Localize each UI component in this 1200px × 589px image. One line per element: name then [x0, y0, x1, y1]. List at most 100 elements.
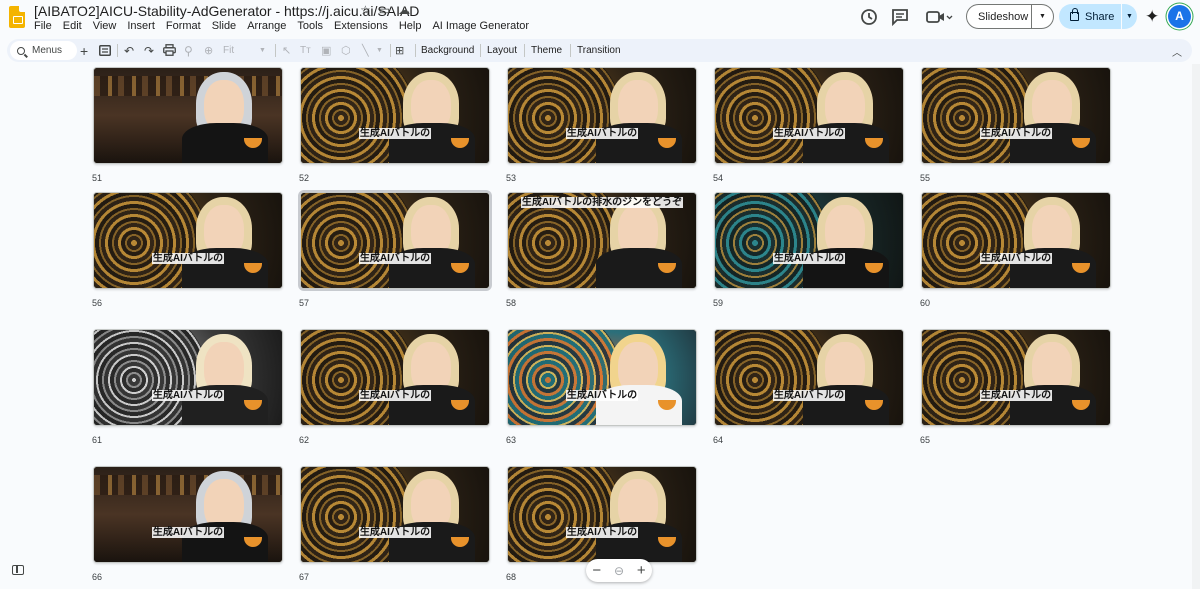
add-comment-icon[interactable]: ⊞	[395, 39, 404, 62]
slide-number: 67	[299, 572, 310, 582]
slide-caption-text: 生成AIバトルの	[979, 390, 1053, 401]
line-icon[interactable]: ╲	[362, 39, 369, 62]
slide-thumbnail[interactable]: 生成AIバトルの	[300, 67, 490, 164]
slide-thumbnail[interactable]: 生成AIバトルの	[714, 329, 904, 426]
version-history-icon[interactable]	[859, 7, 879, 27]
menu-ai-image-generator[interactable]: AI Image Generator	[432, 20, 535, 32]
menu-slide[interactable]: Slide	[212, 20, 242, 32]
slide-number: 60	[920, 298, 931, 308]
select-cursor-icon[interactable]: ↖	[282, 39, 291, 62]
slide-thumbnail[interactable]: 生成AIバトルの排水のジンをどうぞ	[507, 192, 697, 289]
bar-shelf-decoration	[94, 76, 282, 96]
cloud-status-icon[interactable]: ☁	[398, 3, 410, 17]
slide-thumbnail[interactable]: 生成AIバトルの	[300, 329, 490, 426]
slide-number: 55	[920, 173, 931, 183]
slide-layout-icon[interactable]	[99, 45, 111, 56]
zoom-out-button[interactable]: −	[592, 562, 601, 579]
meet-call-icon[interactable]	[925, 7, 953, 27]
slide-thumbnail[interactable]: 生成AIバトルの	[93, 192, 283, 289]
slide-caption: 生成AIバトルの	[508, 386, 696, 401]
slide-thumbnail[interactable]: 生成AIバトルの	[714, 192, 904, 289]
slide-caption-text: 生成AIバトルの	[151, 390, 225, 401]
slide-caption: 生成AIバトルの	[922, 249, 1110, 264]
search-menus[interactable]: Menus	[10, 41, 77, 60]
zoom-icon[interactable]: ⊕	[204, 39, 213, 62]
new-slide-icon[interactable]: +	[80, 39, 88, 62]
filmstrip-toggle-icon[interactable]	[12, 565, 24, 575]
gemini-sparkle-icon[interactable]: ✦	[1145, 7, 1159, 27]
slide-caption: 生成AIバトルの	[94, 386, 282, 401]
slide-caption: 生成AIバトルの	[922, 386, 1110, 401]
menu-view[interactable]: View	[93, 20, 123, 32]
slide-thumbnail[interactable]	[93, 67, 283, 164]
zoom-in-button[interactable]: +	[637, 562, 646, 579]
transition-button[interactable]: Transition	[577, 39, 621, 62]
redo-icon[interactable]: ↷	[144, 39, 154, 62]
zoom-magnifier-icon[interactable]: ⊖	[614, 564, 624, 578]
collapse-toolbar-icon[interactable]: ︿	[1172, 44, 1182, 59]
slide-thumbnail[interactable]: 生成AIバトルの	[507, 67, 697, 164]
slideshow-button[interactable]: Slideshow ▼	[966, 4, 1054, 29]
text-box-icon[interactable]: Tт	[300, 39, 311, 62]
slides-logo-icon[interactable]	[9, 6, 25, 28]
menu-arrange[interactable]: Arrange	[247, 20, 292, 32]
slide-caption: 生成AIバトルの	[508, 523, 696, 538]
slide-number: 53	[506, 173, 517, 183]
slide-thumbnail[interactable]: 生成AIバトルの	[507, 329, 697, 426]
share-dropdown-icon[interactable]: ▼	[1122, 13, 1137, 20]
slide-thumbnail[interactable]: 生成AIバトルの	[300, 466, 490, 563]
menu-insert[interactable]: Insert	[127, 20, 161, 32]
lock-icon	[1070, 8, 1079, 21]
slide-caption-text: 生成AIバトルの	[358, 390, 432, 401]
zoom-dropdown-icon[interactable]: ▼	[259, 39, 266, 62]
background-button[interactable]: Background	[421, 39, 474, 62]
slide-thumbnail[interactable]: 生成AIバトルの	[93, 329, 283, 426]
slide-caption-text: 生成AIバトルの	[565, 527, 639, 538]
slide-number: 56	[92, 298, 103, 308]
slide-caption-text: 生成AIバトルの	[358, 128, 432, 139]
zoom-select[interactable]: Fit	[223, 39, 234, 62]
menu-file[interactable]: File	[34, 20, 58, 32]
shape-icon[interactable]: ⬡	[341, 39, 351, 62]
menu-help[interactable]: Help	[399, 20, 428, 32]
slide-thumbnail[interactable]: 生成AIバトルの	[921, 192, 1111, 289]
slide-number: 57	[299, 298, 310, 308]
title-icons: ☆ ▭ ☁	[360, 3, 410, 17]
slide-thumbnail[interactable]: 生成AIバトルの	[300, 192, 490, 289]
layout-button[interactable]: Layout	[487, 39, 517, 62]
theme-button[interactable]: Theme	[531, 39, 562, 62]
slide-thumbnail[interactable]: 生成AIバトルの	[921, 329, 1111, 426]
undo-icon[interactable]: ↶	[124, 39, 134, 62]
menu-extensions[interactable]: Extensions	[334, 20, 394, 32]
slide-number: 64	[713, 435, 724, 445]
avatar[interactable]: A	[1168, 5, 1191, 28]
slide-thumbnail[interactable]: 生成AIバトルの	[714, 67, 904, 164]
slide-number: 59	[713, 298, 724, 308]
slide-caption-text: 生成AIバトルの	[358, 527, 432, 538]
slide-thumbnail[interactable]: 生成AIバトルの	[93, 466, 283, 563]
slide-caption-text: 生成AIバトルの	[151, 527, 225, 538]
slide-number: 68	[506, 572, 517, 582]
move-folder-icon[interactable]: ▭	[379, 3, 390, 17]
line-dropdown-icon[interactable]: ▼	[376, 39, 383, 62]
slide-caption-text: 生成AIバトルの排水のジンをどうぞ	[520, 197, 684, 208]
comments-icon[interactable]	[890, 7, 910, 27]
slideshow-dropdown-icon[interactable]: ▼	[1032, 13, 1053, 20]
slide-thumbnail[interactable]: 生成AIバトルの	[921, 67, 1111, 164]
slide-number: 54	[713, 173, 724, 183]
slide-caption: 生成AIバトルの	[94, 523, 282, 538]
menu-tools[interactable]: Tools	[297, 20, 329, 32]
slideshow-label[interactable]: Slideshow	[967, 11, 1031, 23]
share-label[interactable]: Share	[1085, 11, 1121, 23]
insert-image-icon[interactable]: ▣	[321, 39, 331, 62]
slide-caption: 生成AIバトルの	[715, 249, 903, 264]
slide-thumbnail[interactable]: 生成AIバトルの	[507, 466, 697, 563]
print-icon[interactable]	[163, 44, 176, 56]
menu-edit[interactable]: Edit	[63, 20, 88, 32]
share-button[interactable]: Share ▼	[1059, 4, 1137, 29]
paint-format-icon[interactable]: ⚲	[184, 39, 193, 62]
grid-zoom-controls: − ⊖ +	[586, 559, 652, 582]
menu-format[interactable]: Format	[166, 20, 207, 32]
star-icon[interactable]: ☆	[360, 3, 371, 17]
vertical-scrollbar[interactable]	[1192, 64, 1200, 589]
